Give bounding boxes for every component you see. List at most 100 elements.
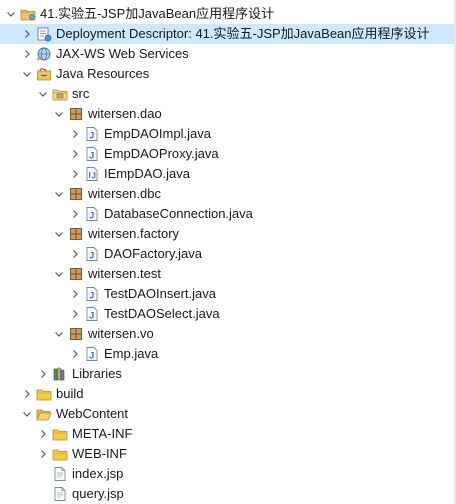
tree-item-label: Libraries (72, 366, 122, 381)
java-resources-icon (36, 66, 52, 82)
tree-item-testdaoselect[interactable]: J TestDAOSelect.java (0, 304, 456, 324)
tree-item-label: Deployment Descriptor: 41.实验五-JSP加JavaBe… (56, 26, 430, 41)
tree-item-src[interactable]: src (0, 84, 456, 104)
jsp-file-icon (52, 486, 68, 502)
deployment-descriptor-icon (36, 26, 52, 42)
tree-item-label: build (56, 386, 84, 401)
chevron-down-icon[interactable] (21, 404, 33, 424)
tree-item-project[interactable]: 41.实验五-JSP加JavaBean应用程序设计 (0, 4, 456, 24)
tree-item-index-jsp[interactable]: index.jsp (0, 464, 456, 484)
open-folder-icon (36, 406, 52, 422)
tree-item-label: 41.实验五-JSP加JavaBean应用程序设计 (40, 6, 275, 21)
tree-item-label: EmpDAOImpl.java (104, 126, 211, 141)
svg-text:J: J (89, 130, 94, 140)
no-expander (37, 484, 49, 504)
chevron-right-icon[interactable] (69, 284, 81, 304)
chevron-right-icon[interactable] (69, 124, 81, 144)
chevron-right-icon[interactable] (21, 384, 33, 404)
package-icon (68, 226, 84, 242)
package-icon (68, 326, 84, 342)
tree-item-emp[interactable]: J Emp.java (0, 344, 456, 364)
folder-icon (36, 386, 52, 402)
project-icon (20, 6, 36, 22)
java-interface-file-icon: IJ (84, 166, 100, 182)
java-file-icon: J (84, 206, 100, 222)
svg-text:J: J (89, 290, 94, 300)
tree-item-empdaoproxy[interactable]: J EmpDAOProxy.java (0, 144, 456, 164)
chevron-right-icon[interactable] (21, 44, 33, 64)
svg-text:J: J (89, 310, 94, 320)
chevron-down-icon[interactable] (53, 104, 65, 124)
no-expander (37, 464, 49, 484)
chevron-right-icon[interactable] (21, 24, 33, 44)
svg-text:J: J (89, 150, 94, 160)
tree-item-label: IEmpDAO.java (104, 166, 190, 181)
tree-item-package-vo[interactable]: witersen.vo (0, 324, 456, 344)
tree-item-label: DAOFactory.java (104, 246, 203, 261)
tree-item-build[interactable]: build (0, 384, 456, 404)
tree-item-deployment-descriptor[interactable]: Deployment Descriptor: 41.实验五-JSP加JavaBe… (0, 24, 456, 44)
source-folder-icon (52, 86, 68, 102)
chevron-down-icon[interactable] (53, 324, 65, 344)
java-file-icon: J (84, 286, 100, 302)
libraries-icon (52, 366, 68, 382)
chevron-right-icon[interactable] (69, 204, 81, 224)
tree-item-daofactory[interactable]: J DAOFactory.java (0, 244, 456, 264)
chevron-down-icon[interactable] (53, 224, 65, 244)
chevron-right-icon[interactable] (69, 244, 81, 264)
tree-item-label: WebContent (56, 406, 129, 421)
tree-item-java-resources[interactable]: Java Resources (0, 64, 456, 84)
chevron-right-icon[interactable] (69, 344, 81, 364)
tree-item-empdaoimpl[interactable]: J EmpDAOImpl.java (0, 124, 456, 144)
tree-item-query-jsp[interactable]: query.jsp (0, 484, 456, 504)
chevron-right-icon[interactable] (69, 304, 81, 324)
tree-item-label: witersen.test (88, 266, 161, 281)
tree-item-webcontent[interactable]: WebContent (0, 404, 456, 424)
java-file-icon: J (84, 146, 100, 162)
chevron-down-icon[interactable] (37, 84, 49, 104)
java-file-icon: J (84, 126, 100, 142)
svg-text:J: J (89, 250, 94, 260)
tree-item-package-factory[interactable]: witersen.factory (0, 224, 456, 244)
chevron-down-icon[interactable] (53, 264, 65, 284)
java-file-icon: J (84, 246, 100, 262)
web-services-icon (36, 46, 52, 62)
chevron-right-icon[interactable] (69, 164, 81, 184)
tree-item-label: Emp.java (104, 346, 159, 361)
tree-item-label: META-INF (72, 426, 133, 441)
svg-text:I: I (89, 171, 91, 180)
tree-item-label: witersen.vo (88, 326, 154, 341)
chevron-down-icon[interactable] (5, 4, 17, 24)
tree-item-label: witersen.factory (88, 226, 180, 241)
tree-item-package-dao[interactable]: witersen.dao (0, 104, 456, 124)
project-explorer-tree: 41.实验五-JSP加JavaBean应用程序设计 Deployment Desc… (0, 0, 456, 504)
java-file-icon: J (84, 346, 100, 362)
tree-item-label: query.jsp (72, 486, 124, 501)
tree-item-label: DatabaseConnection.java (104, 206, 253, 221)
chevron-down-icon[interactable] (53, 184, 65, 204)
package-icon (68, 186, 84, 202)
chevron-right-icon[interactable] (69, 144, 81, 164)
tree-item-meta-inf[interactable]: META-INF (0, 424, 456, 444)
tree-item-label: witersen.dao (88, 106, 162, 121)
tree-item-libraries[interactable]: Libraries (0, 364, 456, 384)
tree-item-label: EmpDAOProxy.java (104, 146, 219, 161)
chevron-right-icon[interactable] (37, 424, 49, 444)
chevron-down-icon[interactable] (21, 64, 33, 84)
svg-text:J: J (92, 171, 96, 180)
tree-item-label: src (72, 86, 90, 101)
tree-item-package-test[interactable]: witersen.test (0, 264, 456, 284)
tree-item-databaseconnection[interactable]: J DatabaseConnection.java (0, 204, 456, 224)
tree-item-label: TestDAOInsert.java (104, 286, 216, 301)
chevron-right-icon[interactable] (37, 364, 49, 384)
tree-item-web-inf[interactable]: WEB-INF (0, 444, 456, 464)
java-file-icon: J (84, 306, 100, 322)
package-icon (68, 106, 84, 122)
svg-text:J: J (89, 350, 94, 360)
chevron-right-icon[interactable] (37, 444, 49, 464)
tree-item-testdaoinsert[interactable]: J TestDAOInsert.java (0, 284, 456, 304)
tree-item-iempdao[interactable]: I J IEmpDAO.java (0, 164, 456, 184)
tree-item-jaxws[interactable]: JAX-WS Web Services (0, 44, 456, 64)
tree-item-package-dbc[interactable]: witersen.dbc (0, 184, 456, 204)
tree-item-label: Java Resources (56, 66, 150, 81)
